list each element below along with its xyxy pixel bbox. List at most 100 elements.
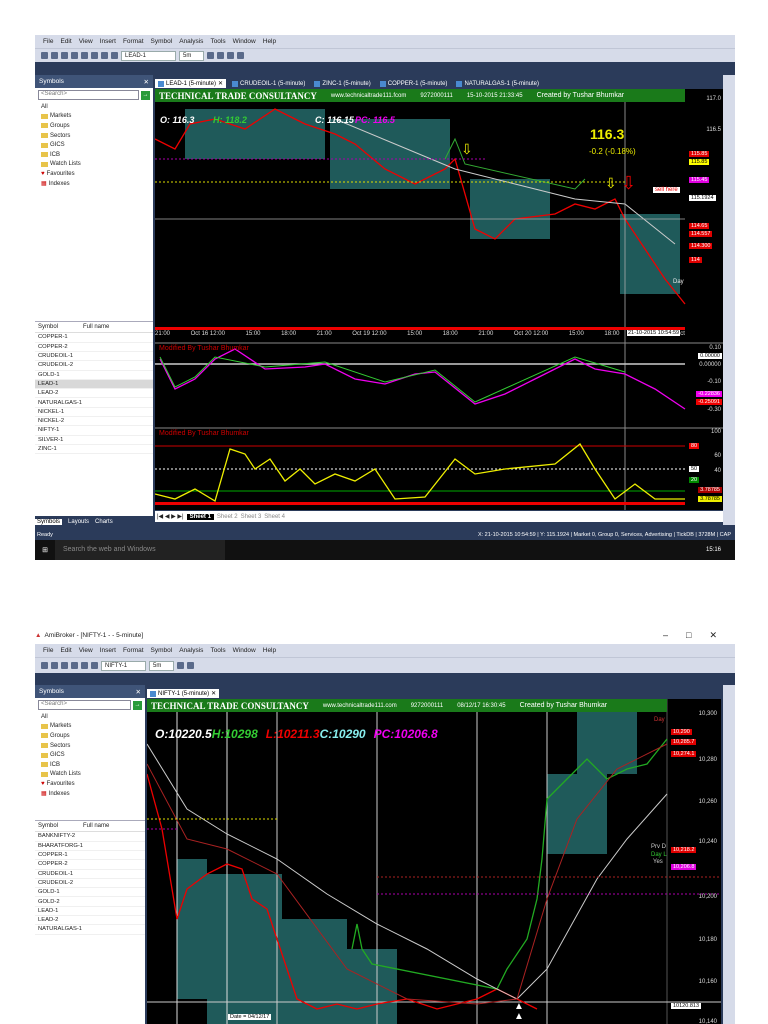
open-icon[interactable]	[51, 52, 58, 59]
symbol-row[interactable]: CRUDEOIL-1	[35, 870, 145, 879]
interval-select[interactable]: 5m	[179, 50, 204, 61]
new-icon[interactable]	[41, 52, 48, 59]
menu-file[interactable]: File	[43, 38, 53, 45]
menu-edit[interactable]: Edit	[60, 647, 71, 654]
sheet-4[interactable]: Sheet 4	[264, 514, 285, 520]
symbol-row[interactable]: COPPER-1	[35, 851, 145, 861]
go-icon[interactable]: →	[133, 700, 142, 710]
tab-symbols[interactable]: Symbols	[35, 519, 63, 525]
col-fullname[interactable]: Full name	[83, 324, 128, 330]
print-icon[interactable]	[71, 662, 78, 669]
search-input[interactable]: <Search>	[38, 90, 139, 100]
chart-area[interactable]: ▲ ▲ TECHNICAL TRADE CONSULTANCY www.techn…	[147, 699, 721, 1024]
symbol-row[interactable]: LEAD-1	[35, 907, 145, 917]
menu-format[interactable]: Format	[123, 38, 144, 45]
tree-groups[interactable]: Groups	[35, 731, 145, 741]
zoom-icon[interactable]	[237, 52, 244, 59]
symbol-row[interactable]: CRUDEOIL-2	[35, 879, 145, 889]
tree-groups[interactable]: Groups	[35, 121, 153, 131]
symbol-row[interactable]: NICKEL-1	[35, 408, 153, 418]
drawing-toolbar[interactable]	[723, 75, 735, 525]
symbol-row[interactable]: GOLD-1	[35, 371, 153, 380]
drawing-toolbar[interactable]	[723, 685, 735, 1024]
copy-icon[interactable]	[91, 662, 98, 669]
cut-icon[interactable]	[81, 662, 88, 669]
tree-markets[interactable]: Markets	[35, 112, 153, 122]
menu-tools[interactable]: Tools	[210, 647, 225, 654]
menu-insert[interactable]: Insert	[100, 647, 116, 654]
col-symbol[interactable]: Symbol	[38, 324, 83, 330]
menu-analysis[interactable]: Analysis	[179, 647, 203, 654]
symbol-row[interactable]: CRUDEOIL-1	[35, 352, 153, 362]
col-fullname[interactable]: Full name	[83, 823, 128, 829]
interval-select[interactable]: 5m	[149, 660, 174, 671]
menu-view[interactable]: View	[79, 647, 93, 654]
tree-favourites[interactable]: ♥ Favourites	[35, 169, 153, 179]
menu-tools[interactable]: Tools	[210, 38, 225, 45]
symbol-row[interactable]: GOLD-2	[35, 897, 145, 907]
open-icon[interactable]	[51, 662, 58, 669]
tree-sectors[interactable]: Sectors	[35, 131, 153, 141]
taskbar-search[interactable]: Search the web and Windows	[55, 540, 225, 560]
symbol-row[interactable]: BHARATFORG-1	[35, 842, 145, 851]
symbol-row[interactable]: LEAD-2	[35, 916, 145, 926]
menu-symbol[interactable]: Symbol	[151, 38, 173, 45]
tab-crudeoil-1[interactable]: CRUDEOIL-1 (5-minute)	[229, 80, 308, 88]
symbol-row[interactable]: CRUDEOIL-2	[35, 361, 153, 371]
symbol-row[interactable]: NICKEL-2	[35, 417, 153, 427]
tab-lead-1[interactable]: LEAD-1 (5-minute) ✕	[155, 79, 227, 88]
symbol-row[interactable]: LEAD-1	[35, 379, 153, 390]
symbol-row[interactable]: COPPER-1	[35, 333, 153, 343]
tree-indexes[interactable]: ▦ Indexes	[35, 789, 145, 799]
tab-zinc-1[interactable]: ZINC-1 (5-minute)	[311, 80, 373, 88]
drawing-tool-icon[interactable]	[177, 662, 184, 669]
tree-gics[interactable]: GICS	[35, 750, 145, 760]
tree-all[interactable]: All	[35, 712, 145, 722]
menu-window[interactable]: Window	[233, 647, 256, 654]
undo-icon[interactable]	[111, 52, 118, 59]
sheet-1[interactable]: Sheet 1	[186, 513, 214, 520]
col-symbol[interactable]: Symbol	[38, 823, 83, 829]
sheet-2[interactable]: Sheet 2	[217, 514, 238, 520]
symbol-row[interactable]: COPPER-2	[35, 343, 153, 352]
symbol-select[interactable]: LEAD-1	[121, 50, 176, 61]
tab-copper-1[interactable]: COPPER-1 (5-minute)	[377, 80, 451, 88]
chart-area[interactable]: TECHNICAL TRADE CONSULTANCY www.technica…	[155, 89, 723, 510]
drawing-tool-icon[interactable]	[207, 52, 214, 59]
pen-icon[interactable]	[187, 662, 194, 669]
menu-view[interactable]: View	[79, 38, 93, 45]
menu-analysis[interactable]: Analysis	[179, 38, 203, 45]
tree-sectors[interactable]: Sectors	[35, 741, 145, 751]
magnet-icon[interactable]	[227, 52, 234, 59]
symbol-row[interactable]: ZINC-1	[35, 445, 153, 455]
symbol-row[interactable]: GOLD-1	[35, 888, 145, 898]
save-icon[interactable]	[61, 662, 68, 669]
tree-all[interactable]: All	[35, 102, 153, 112]
tree-gics[interactable]: GICS	[35, 140, 153, 150]
symbol-row[interactable]: NIFTY-1	[35, 426, 153, 436]
symbol-row[interactable]: NATURALGAS-1	[35, 925, 145, 935]
tree-indexes[interactable]: ▦ Indexes	[35, 179, 153, 189]
tree-icb[interactable]: ICB	[35, 150, 153, 160]
tree-icb[interactable]: ICB	[35, 760, 145, 770]
menu-help[interactable]: Help	[263, 647, 276, 654]
symbol-select[interactable]: NIFTY-1	[101, 660, 146, 671]
pen-icon[interactable]	[217, 52, 224, 59]
window-controls[interactable]: –□✕	[663, 630, 735, 641]
symbol-row[interactable]: LEAD-2	[35, 389, 153, 399]
menu-insert[interactable]: Insert	[100, 38, 116, 45]
symbol-row[interactable]: NATURALGAS-1	[35, 398, 153, 408]
menu-window[interactable]: Window	[233, 38, 256, 45]
new-icon[interactable]	[41, 662, 48, 669]
search-input[interactable]: <Search>	[38, 700, 131, 710]
menu-format[interactable]: Format	[123, 647, 144, 654]
save-icon[interactable]	[61, 52, 68, 59]
symbol-row[interactable]: COPPER-2	[35, 860, 145, 870]
sheet-nav-icon[interactable]: |◀ ◀ ▶ ▶|	[157, 513, 184, 520]
paste-icon[interactable]	[101, 52, 108, 59]
tree-watch-lists[interactable]: Watch Lists	[35, 160, 153, 170]
menu-file[interactable]: File	[43, 647, 53, 654]
price-axis[interactable]: 117.0 116.5 115.85 115.85 115.45 115.1924 11…	[687, 89, 723, 510]
go-icon[interactable]: →	[141, 90, 150, 100]
tree-watch-lists[interactable]: Watch Lists	[35, 770, 145, 780]
